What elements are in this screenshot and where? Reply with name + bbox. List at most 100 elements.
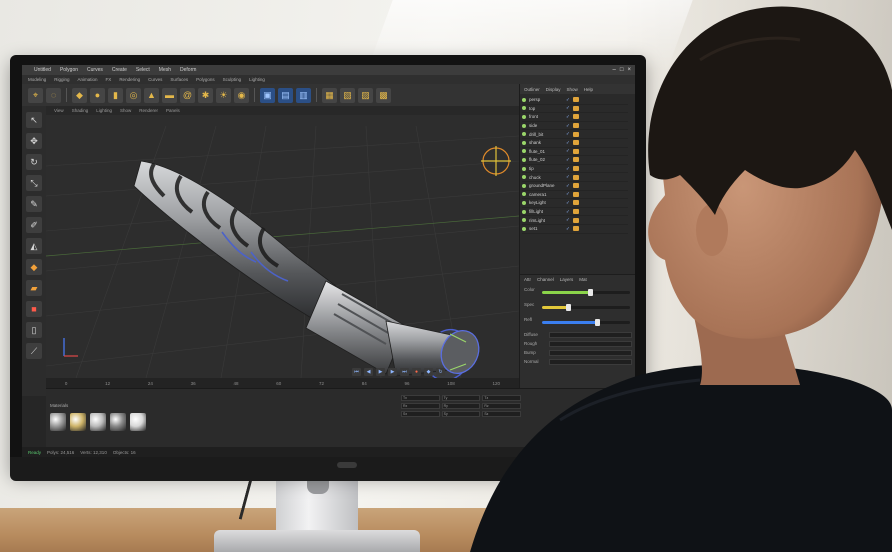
lock-icon[interactable]: ✓: [566, 131, 570, 137]
transform-field[interactable]: Tx: [401, 395, 440, 401]
slider-track[interactable]: [542, 304, 630, 311]
visibility-icon[interactable]: [522, 140, 526, 145]
lock-icon[interactable]: ✓: [566, 209, 570, 215]
viewport-menu-item[interactable]: Panels: [166, 108, 180, 113]
transform-field[interactable]: Rz: [482, 403, 521, 409]
light-icon[interactable]: ☀: [216, 87, 231, 103]
pin-icon[interactable]: ◆: [26, 259, 42, 275]
outliner-item[interactable]: flute_02 ✓: [522, 156, 628, 165]
snapshot-icon[interactable]: ■: [26, 301, 42, 317]
go-to-end-icon[interactable]: ⏭: [400, 368, 409, 376]
lock-icon[interactable]: ✓: [566, 157, 570, 163]
folder-icon[interactable]: ▰: [26, 280, 42, 296]
outliner-item[interactable]: keyLight ✓: [522, 199, 628, 208]
maximize-icon[interactable]: □: [620, 66, 624, 74]
visibility-icon[interactable]: [522, 175, 526, 180]
timeline[interactable]: 0 12 24 36 48 60 72 84 96 108 120: [46, 378, 519, 388]
select-arrow-icon[interactable]: ↖: [26, 112, 42, 128]
ipr-render-icon[interactable]: ▤: [278, 87, 293, 103]
slider-track[interactable]: [542, 319, 630, 326]
tab-attr[interactable]: Attr: [524, 277, 531, 282]
shelf-tab[interactable]: Lighting: [249, 77, 265, 82]
attribute-slider[interactable]: Color: [524, 287, 632, 299]
paint-tool-icon[interactable]: ✐: [26, 217, 42, 233]
minimize-icon[interactable]: –: [613, 66, 616, 74]
outliner-item[interactable]: groundPlane ✓: [522, 182, 628, 191]
cone-icon[interactable]: ▲: [144, 87, 159, 103]
transform-field[interactable]: Ry: [441, 403, 481, 409]
outliner-item[interactable]: tip ✓: [522, 165, 628, 174]
menu-item[interactable]: Mesh: [159, 67, 171, 73]
outliner-item[interactable]: flute_01 ✓: [522, 148, 628, 157]
gear-icon[interactable]: ✱: [198, 87, 213, 103]
field-input[interactable]: [549, 350, 632, 356]
torus-icon[interactable]: ◎: [126, 87, 141, 103]
lock-icon[interactable]: ✓: [566, 174, 570, 180]
plane-icon[interactable]: ▬: [162, 87, 177, 103]
lock-icon[interactable]: ✓: [566, 97, 570, 103]
step-back-icon[interactable]: ◀: [364, 368, 373, 376]
lock-icon[interactable]: ✓: [566, 217, 570, 223]
close-icon[interactable]: ×: [627, 66, 631, 74]
visibility-icon[interactable]: [522, 106, 526, 111]
lock-icon[interactable]: ✓: [566, 148, 570, 154]
tab-display[interactable]: Display: [546, 87, 561, 92]
transform-field[interactable]: Tz: [482, 395, 521, 401]
lock-icon[interactable]: ✓: [566, 226, 570, 232]
viewport-menu-item[interactable]: Lighting: [96, 108, 112, 113]
attribute-slider[interactable]: Spec: [524, 302, 632, 314]
lock-icon[interactable]: ✓: [566, 114, 570, 120]
outliner-item[interactable]: front ✓: [522, 113, 628, 122]
outliner-item[interactable]: set1 ✓: [522, 225, 628, 234]
visibility-icon[interactable]: [522, 157, 526, 162]
outliner-item[interactable]: drill_bit ✓: [522, 130, 628, 139]
cube-icon[interactable]: ◆: [72, 87, 87, 103]
sculpt-tool-icon[interactable]: ◭: [26, 238, 42, 254]
lock-icon[interactable]: ✓: [566, 123, 570, 129]
outliner-item[interactable]: top ✓: [522, 105, 628, 114]
graph-editor-icon[interactable]: ▨: [358, 87, 373, 103]
move-tool-icon[interactable]: ✥: [26, 133, 42, 149]
outliner-item[interactable]: side ✓: [522, 122, 628, 131]
uv-editor-icon[interactable]: ▧: [340, 87, 355, 103]
select-tool-icon[interactable]: ⌖: [28, 87, 43, 103]
tab-channel[interactable]: Channel: [537, 277, 554, 282]
visibility-icon[interactable]: [522, 226, 526, 231]
field-input[interactable]: [549, 332, 632, 338]
transform-field[interactable]: Rx: [401, 403, 440, 409]
visibility-icon[interactable]: [522, 200, 526, 205]
visibility-icon[interactable]: [522, 114, 526, 119]
visibility-icon[interactable]: [522, 183, 526, 188]
outliner-item[interactable]: shank ✓: [522, 139, 628, 148]
visibility-icon[interactable]: [522, 166, 526, 171]
lock-icon[interactable]: ✓: [566, 183, 570, 189]
scale-tool-icon[interactable]: ⤡: [26, 175, 42, 191]
sphere-icon[interactable]: ●: [90, 87, 105, 103]
shelf-tab[interactable]: FX: [106, 77, 112, 82]
visibility-icon[interactable]: [522, 192, 526, 197]
viewport-menu-item[interactable]: Show: [120, 108, 131, 113]
visibility-icon[interactable]: [522, 97, 526, 102]
visibility-icon[interactable]: [522, 149, 526, 154]
lasso-icon[interactable]: ◌: [46, 87, 61, 103]
viewport-menu-item[interactable]: View: [54, 108, 64, 113]
field-input[interactable]: [549, 359, 632, 365]
layout-icon[interactable]: ▯: [26, 322, 42, 338]
slider-handle[interactable]: [566, 304, 572, 311]
shelf-tab[interactable]: Surfaces: [170, 77, 188, 82]
rotate-tool-icon[interactable]: ↻: [26, 154, 42, 170]
go-to-start-icon[interactable]: ⏮: [352, 368, 361, 376]
node-editor-icon[interactable]: ▩: [376, 87, 391, 103]
lock-icon[interactable]: ✓: [566, 140, 570, 146]
edit-tool-icon[interactable]: ✎: [26, 196, 42, 212]
outliner-item[interactable]: chuck ✓: [522, 173, 628, 182]
slider-handle[interactable]: [594, 319, 600, 326]
tab-layers[interactable]: Layers: [560, 277, 574, 282]
shelf-tab[interactable]: Curves: [148, 77, 162, 82]
menu-item[interactable]: Polygon: [60, 67, 78, 73]
shelf-tab[interactable]: Polygons: [196, 77, 215, 82]
lock-icon[interactable]: ✓: [566, 200, 570, 206]
transform-field[interactable]: Ty: [441, 395, 481, 401]
hypershade-icon[interactable]: ▦: [322, 87, 337, 103]
visibility-icon[interactable]: [522, 209, 526, 214]
